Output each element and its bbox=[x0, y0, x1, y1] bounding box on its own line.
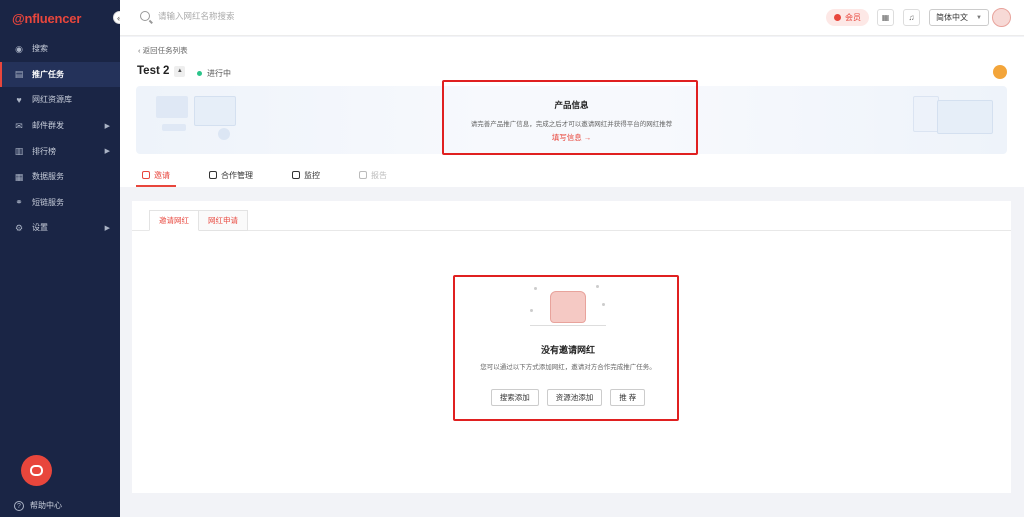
mail-icon: ✉ bbox=[15, 120, 23, 131]
sidebar-item-label: 设置 bbox=[32, 223, 48, 233]
help-icon: ? bbox=[14, 500, 24, 511]
banner-description: 请完善产品推广信息，完成之后才可以邀请网红并获得平台的网红推荐 bbox=[470, 121, 673, 128]
sidebar-item-rankings[interactable]: ▥ 排行榜 ▶ bbox=[0, 138, 120, 164]
chat-button[interactable] bbox=[21, 455, 52, 486]
top-header: 会员 ▦ ♫ 简体中文 ▼ bbox=[120, 0, 1024, 36]
sidebar-item-promotion-tasks[interactable]: ▤ 推广任务 bbox=[0, 61, 120, 88]
empty-state: 没有邀请网红 您可以通过以下方式添加网红，邀请对方合作完成推广任务。 搜索添加 … bbox=[459, 281, 677, 406]
banner-title: 产品信息 bbox=[554, 100, 589, 110]
sidebar-item-label: 邮件群发 bbox=[32, 121, 64, 131]
banner-text: 产品信息 请完善产品推广信息，完成之后才可以邀请网红并获得平台的网红推荐 填写信… bbox=[136, 99, 1007, 143]
status-badge: 进行中 bbox=[197, 68, 231, 79]
sidebar: @nfluencer « ◉ 搜索 ▤ 推广任务 ♥ 网红资源库 ✉ 邮件群发 … bbox=[0, 0, 126, 517]
task-tabs: 邀请 合作管理 监控 报告 bbox=[136, 163, 420, 187]
sidebar-item-label: 排行榜 bbox=[32, 146, 56, 156]
caret-up-icon[interactable]: ▲ bbox=[174, 65, 186, 77]
report-icon bbox=[359, 171, 367, 179]
sidebar-item-label: 数据服务 bbox=[32, 172, 64, 182]
empty-state-actions: 搜索添加 资源池添加 推 荐 bbox=[459, 389, 677, 406]
chevron-right-icon: ▶ bbox=[104, 122, 110, 130]
monitor-icon bbox=[292, 171, 300, 179]
member-badge[interactable]: 会员 bbox=[826, 9, 869, 26]
user-icon bbox=[142, 171, 150, 179]
sidebar-item-label: 推广任务 bbox=[32, 69, 64, 79]
task-header-area: ‹ 返回任务列表 Test 2 ▲ 进行中 产品信息 请完善产品推广信息，完成之… bbox=[120, 37, 1024, 187]
chevron-right-icon: ▶ bbox=[104, 224, 110, 232]
handshake-icon bbox=[209, 171, 217, 179]
compass-icon: ◉ bbox=[15, 43, 23, 54]
sidebar-item-short-link[interactable]: ⚭ 短链服务 bbox=[0, 190, 120, 216]
search-icon bbox=[140, 11, 150, 21]
member-label: 会员 bbox=[845, 13, 861, 22]
avatar[interactable] bbox=[992, 8, 1011, 27]
mascot-icon[interactable] bbox=[993, 65, 1007, 79]
recommend-button[interactable]: 推 荐 bbox=[610, 389, 646, 406]
sidebar-item-data-service[interactable]: ▦ 数据服务 bbox=[0, 164, 120, 190]
heart-icon: ♥ bbox=[16, 94, 22, 105]
logo-text: @nfluencer bbox=[12, 10, 82, 26]
resource-pool-add-button[interactable]: 资源池添加 bbox=[546, 389, 603, 406]
sidebar-item-search[interactable]: ◉ 搜索 bbox=[0, 36, 120, 62]
gear-icon: ⚙ bbox=[14, 222, 24, 233]
product-info-banner: 产品信息 请完善产品推广信息，完成之后才可以邀请网红并获得平台的网红推荐 填写信… bbox=[136, 86, 1007, 154]
subtab-invited-influencers[interactable]: 邀请网红 bbox=[149, 210, 199, 231]
tab-invite[interactable]: 邀请 bbox=[136, 163, 176, 187]
sidebar-item-settings[interactable]: ⚙ 设置 ▶ bbox=[0, 215, 120, 241]
chevron-down-icon: ▼ bbox=[976, 14, 982, 21]
search-bar bbox=[140, 11, 358, 21]
chevron-right-icon: ▶ bbox=[104, 148, 110, 156]
sidebar-item-label: 短链服务 bbox=[32, 197, 64, 207]
help-center-link[interactable]: ? 帮助中心 bbox=[14, 500, 62, 511]
empty-state-description: 您可以通过以下方式添加网红，邀请对方合作完成推广任务。 bbox=[480, 364, 656, 371]
logo[interactable]: @nfluencer « bbox=[0, 0, 126, 36]
invite-panel: 邀请网红 网红申请 没有邀请网红 您可以通过以下方式添加网红，邀请对方合作完成推… bbox=[132, 201, 1011, 493]
back-to-task-list-link[interactable]: ‹ 返回任务列表 bbox=[138, 45, 188, 56]
sidebar-item-mass-mail[interactable]: ✉ 邮件群发 ▶ bbox=[0, 113, 120, 139]
invite-subtabs: 邀请网红 网红申请 bbox=[149, 210, 248, 231]
grid-icon[interactable]: ▦ bbox=[877, 9, 894, 26]
subtab-divider bbox=[132, 230, 1011, 231]
search-add-button[interactable]: 搜索添加 bbox=[490, 389, 539, 406]
bar-chart-icon: ▥ bbox=[14, 146, 24, 157]
chat-bubble-icon bbox=[30, 465, 43, 476]
language-label: 简体中文 bbox=[936, 13, 968, 22]
document-icon: ▤ bbox=[14, 69, 24, 80]
tab-report[interactable]: 报告 bbox=[353, 163, 393, 187]
language-select[interactable]: 简体中文 ▼ bbox=[929, 9, 989, 26]
search-input[interactable] bbox=[158, 11, 358, 21]
task-title: Test 2 ▲ bbox=[137, 65, 186, 77]
empty-state-title: 没有邀请网红 bbox=[540, 345, 595, 355]
task-title-text: Test 2 bbox=[137, 65, 170, 77]
link-icon: ⚭ bbox=[15, 197, 23, 208]
data-icon: ▦ bbox=[14, 171, 24, 182]
crown-icon bbox=[834, 14, 841, 21]
sidebar-item-label: 网红资源库 bbox=[32, 95, 72, 105]
status-label: 进行中 bbox=[207, 69, 231, 78]
tab-cooperation[interactable]: 合作管理 bbox=[203, 163, 259, 187]
empty-bag-illustration bbox=[528, 281, 608, 329]
tab-monitor[interactable]: 监控 bbox=[286, 163, 326, 187]
sidebar-item-label: 搜索 bbox=[32, 44, 48, 54]
help-center-label: 帮助中心 bbox=[30, 501, 62, 510]
sidebar-item-influencer-library[interactable]: ♥ 网红资源库 bbox=[0, 87, 120, 113]
fill-info-link[interactable]: 填写信息 → bbox=[552, 132, 592, 143]
bell-icon[interactable]: ♫ bbox=[903, 9, 920, 26]
subtab-influencer-applications[interactable]: 网红申请 bbox=[199, 210, 248, 231]
status-dot-icon bbox=[197, 71, 202, 76]
